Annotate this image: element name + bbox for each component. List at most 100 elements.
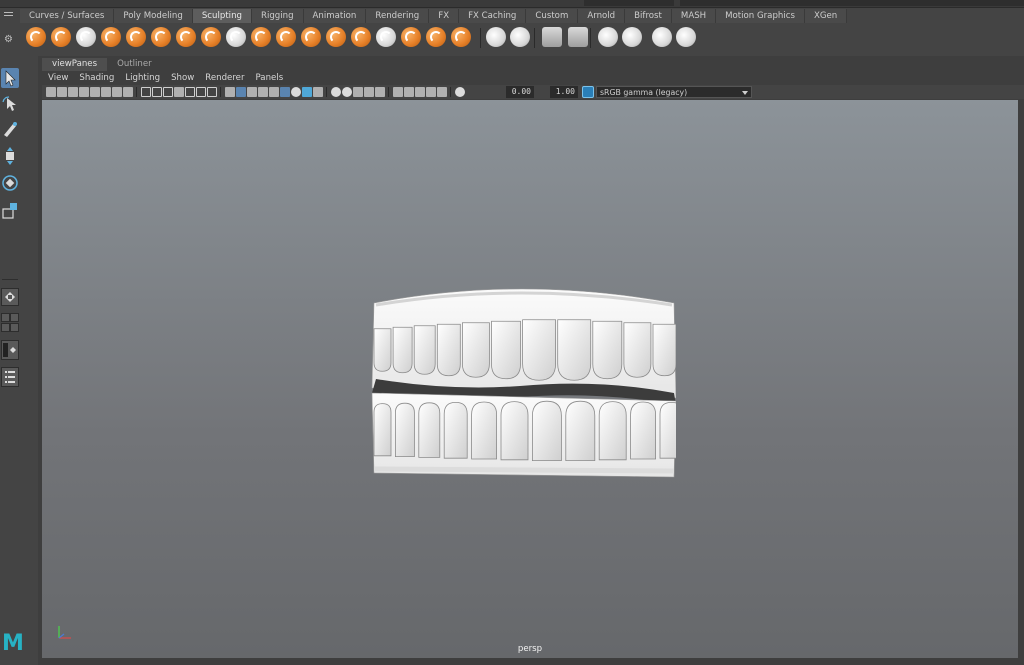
viewport-toolbar-icon[interactable]: [123, 87, 133, 97]
smear-tool-icon[interactable]: [376, 27, 396, 47]
panel-menu-item[interactable]: Show: [171, 72, 194, 84]
shelf-tab[interactable]: Sculpting: [192, 9, 252, 23]
viewport-toolbar-icon[interactable]: [152, 87, 162, 97]
color-space-dropdown[interactable]: sRGB gamma (legacy): [596, 86, 752, 98]
panel-menu-item[interactable]: View: [48, 72, 68, 84]
bulge-tool-icon[interactable]: [401, 27, 421, 47]
viewport-toolbar-icon[interactable]: [393, 87, 403, 97]
single-perspective-layout-icon[interactable]: [1, 288, 19, 306]
viewport-toolbar-icon[interactable]: [437, 87, 447, 97]
sculpt-layer-icon[interactable]: [598, 27, 618, 47]
shelf-tab[interactable]: Motion Graphics: [716, 9, 805, 23]
scale-tool-icon[interactable]: [1, 200, 19, 220]
knife-tool-icon[interactable]: [351, 27, 371, 47]
viewport-toolbar-icon[interactable]: [196, 87, 206, 97]
shelf-tab[interactable]: Rigging: [251, 9, 304, 23]
move-tool-icon[interactable]: [1, 146, 19, 166]
hypershade-layout-icon[interactable]: [10, 323, 19, 332]
sculpt-options-icon[interactable]: [622, 27, 642, 47]
viewport-toolbar-icon[interactable]: [342, 87, 352, 97]
shelf-tab[interactable]: Bifrost: [625, 9, 672, 23]
viewport-toolbar-icon[interactable]: [313, 87, 323, 97]
outliner-layout-icon[interactable]: [1, 367, 19, 387]
smooth-tool-icon[interactable]: [51, 27, 71, 47]
grab-tool-icon[interactable]: [101, 27, 121, 47]
panel-menu-item[interactable]: Renderer: [205, 72, 244, 84]
exposure-field[interactable]: 0.00: [506, 86, 534, 98]
shelf-tab[interactable]: Animation: [303, 9, 367, 23]
viewport-toolbar-icon[interactable]: [291, 87, 301, 97]
shelf-tab[interactable]: Arnold: [578, 9, 626, 23]
viewport-toolbar-icon[interactable]: [163, 87, 173, 97]
perspective-viewport[interactable]: persp: [42, 100, 1018, 658]
shelf-tab[interactable]: Curves / Surfaces: [20, 9, 115, 23]
viewport-toolbar-icon[interactable]: [426, 87, 436, 97]
viewport-toolbar-icon[interactable]: [79, 87, 89, 97]
panel-menu-item[interactable]: Panels: [256, 72, 284, 84]
pinch-tool-icon[interactable]: [126, 27, 146, 47]
viewport-toolbar-icon[interactable]: [68, 87, 78, 97]
shelf-tab[interactable]: MASH: [671, 9, 717, 23]
viewport-toolbar-icon[interactable]: [90, 87, 100, 97]
foamy-tool-icon[interactable]: [176, 27, 196, 47]
shelf-tab[interactable]: Rendering: [366, 9, 430, 23]
mesh-sculpt-icon[interactable]: [652, 27, 672, 47]
viewport-toolbar-icon[interactable]: [225, 87, 235, 97]
viewport-toolbar-icon[interactable]: [404, 87, 414, 97]
viewport-toolbar-icon[interactable]: [415, 87, 425, 97]
viewport-toolbar-icon[interactable]: [247, 87, 257, 97]
viewport-toolbar-icon[interactable]: [174, 87, 184, 97]
select-tool-icon[interactable]: [1, 68, 19, 88]
panel-tab[interactable]: viewPanes: [42, 58, 108, 71]
blend-shape-icon[interactable]: [568, 27, 588, 47]
set-tool-icon[interactable]: [542, 27, 562, 47]
scrape-tool-icon[interactable]: [301, 27, 321, 47]
viewport-toolbar-icon[interactable]: [364, 87, 374, 97]
sculpt-tool-icon[interactable]: [26, 27, 46, 47]
viewport-toolbar-icon[interactable]: [57, 87, 67, 97]
viewport-toolbar-icon[interactable]: [353, 87, 363, 97]
shelf-tab[interactable]: XGen: [804, 9, 848, 23]
shelf-tab[interactable]: Custom: [526, 9, 579, 23]
viewport-toolbar-icon[interactable]: [331, 87, 341, 97]
viewport-toolbar-icon[interactable]: [302, 87, 312, 97]
viewport-toolbar-icon[interactable]: [185, 87, 195, 97]
imprint-tool-icon[interactable]: [251, 27, 271, 47]
viewport-toolbar-icon[interactable]: [375, 87, 385, 97]
convert-to-frozen-icon[interactable]: [486, 27, 506, 47]
four-view-layout-icon[interactable]: [1, 313, 10, 322]
lasso-tool-icon[interactable]: [1, 94, 19, 114]
flatten-tool-icon[interactable]: [151, 27, 171, 47]
persp-outliner-layout-icon[interactable]: [10, 313, 19, 322]
viewport-toolbar-icon[interactable]: [141, 87, 151, 97]
shelf-tab[interactable]: FX Caching: [459, 9, 527, 23]
fill-tool-icon[interactable]: [326, 27, 346, 47]
layout-switch-icon[interactable]: [1, 340, 19, 360]
shelf-menu-icon[interactable]: [4, 12, 13, 19]
color-management-icon[interactable]: [582, 86, 594, 98]
gear-icon[interactable]: ⚙: [4, 35, 14, 45]
spray-tool-icon[interactable]: [201, 27, 221, 47]
viewport-toolbar-icon[interactable]: [101, 87, 111, 97]
freeze-tool-icon[interactable]: [451, 27, 471, 47]
wax-tool-icon[interactable]: [276, 27, 296, 47]
panel-menu-item[interactable]: Lighting: [125, 72, 160, 84]
viewport-toolbar-icon[interactable]: [236, 87, 246, 97]
relax-tool-icon[interactable]: [76, 27, 96, 47]
viewport-toolbar-icon[interactable]: [455, 87, 465, 97]
rotate-tool-icon[interactable]: [1, 173, 19, 193]
viewport-toolbar-icon[interactable]: [207, 87, 217, 97]
repeat-tool-icon[interactable]: [226, 27, 246, 47]
persp-graph-layout-icon[interactable]: [1, 323, 10, 332]
mask-tool-icon[interactable]: [510, 27, 530, 47]
erase-sculpt-icon[interactable]: [676, 27, 696, 47]
gamma-field[interactable]: 1.00: [550, 86, 578, 98]
panel-menu-item[interactable]: Shading: [79, 72, 114, 84]
shelf-tab[interactable]: FX: [429, 9, 460, 23]
shelf-tab[interactable]: Poly Modeling: [114, 9, 193, 23]
viewport-toolbar-icon[interactable]: [280, 87, 290, 97]
viewport-toolbar-icon[interactable]: [269, 87, 279, 97]
panel-tab[interactable]: Outliner: [107, 58, 162, 71]
viewport-toolbar-icon[interactable]: [112, 87, 122, 97]
amplify-tool-icon[interactable]: [426, 27, 446, 47]
